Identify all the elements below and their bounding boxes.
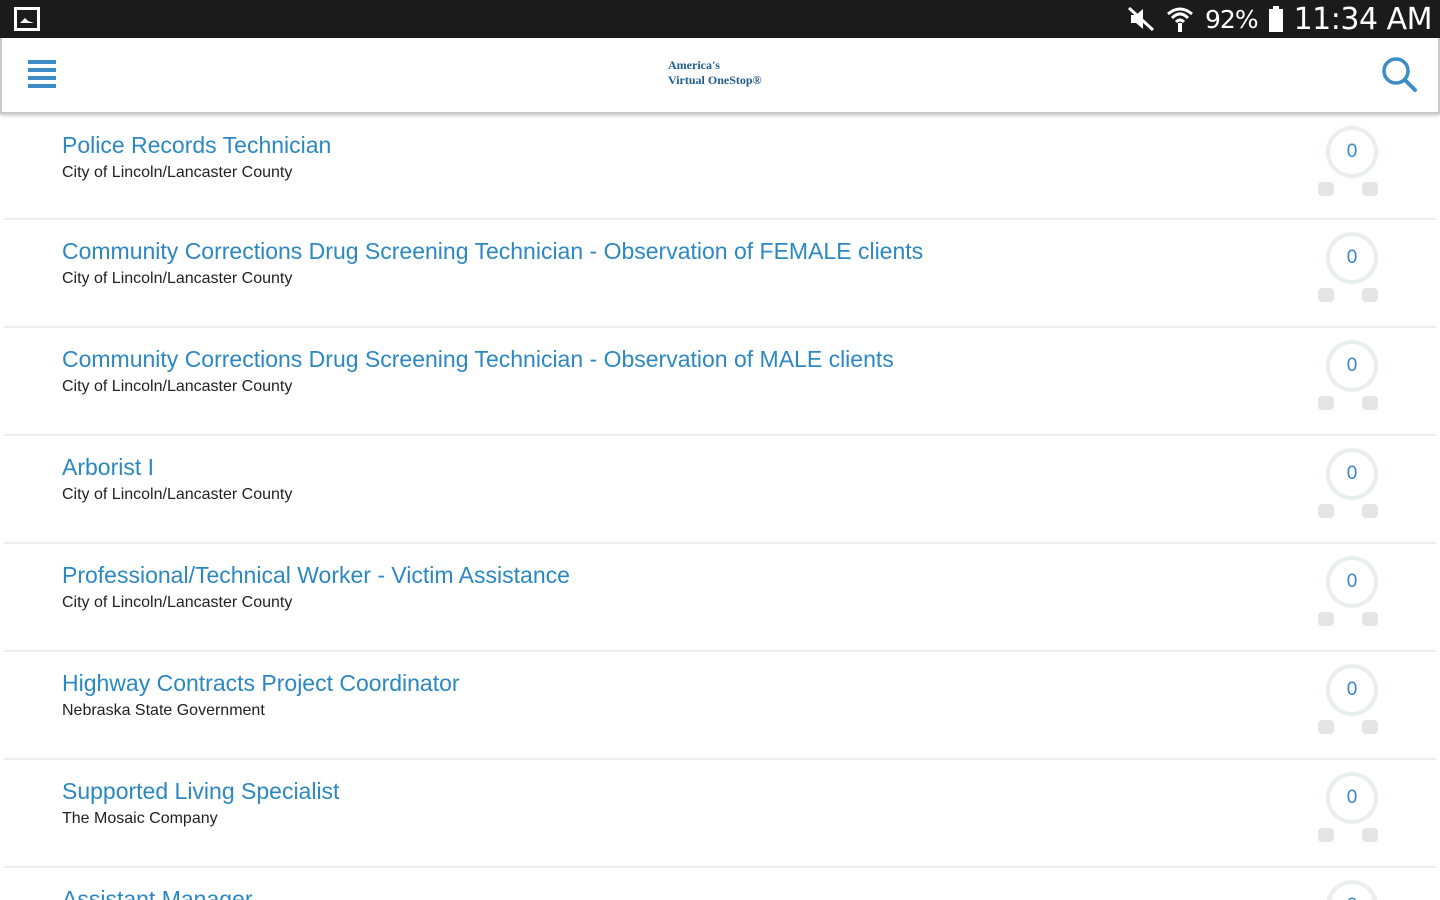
action-dot-icon[interactable] <box>1362 182 1378 196</box>
match-score: 0 <box>1346 247 1358 268</box>
job-row[interactable]: Supported Living Specialist The Mosaic C… <box>4 760 1436 868</box>
job-row[interactable]: Assistant Manager 0 <box>4 868 1436 900</box>
status-bar: 92% 11:34 AM <box>0 0 1440 38</box>
match-score-badge[interactable]: 0 <box>1326 340 1378 392</box>
action-dot-icon[interactable] <box>1362 288 1378 302</box>
app-bar: America's Virtual OneStop® <box>0 38 1440 114</box>
logo-line-1: America's <box>668 58 720 72</box>
job-title[interactable]: Arborist I <box>62 454 154 481</box>
job-employer: City of Lincoln/Lancaster County <box>62 378 293 395</box>
job-title[interactable]: Community Corrections Drug Screening Tec… <box>62 238 923 265</box>
job-employer: The Mosaic Company <box>62 810 218 827</box>
job-title[interactable]: Highway Contracts Project Coordinator <box>62 670 460 697</box>
job-employer: City of Lincoln/Lancaster County <box>62 164 293 181</box>
clock: 11:34 AM <box>1293 1 1433 37</box>
job-row[interactable]: Arborist I City of Lincoln/Lancaster Cou… <box>4 436 1436 544</box>
action-dot-icon[interactable] <box>1362 828 1378 842</box>
action-dot-icon[interactable] <box>1318 828 1334 842</box>
job-row[interactable]: Community Corrections Drug Screening Tec… <box>4 328 1436 436</box>
mute-icon <box>1128 6 1155 32</box>
action-dot-icon[interactable] <box>1318 504 1334 518</box>
job-list: Police Records Technician City of Lincol… <box>0 114 1440 900</box>
match-score: 0 <box>1346 355 1358 376</box>
action-dot-icon[interactable] <box>1362 612 1378 626</box>
match-score: 0 <box>1346 787 1358 808</box>
battery-percentage: 92% <box>1205 4 1259 34</box>
app-logo: America's Virtual OneStop® <box>668 58 780 94</box>
job-title[interactable]: Police Records Technician <box>62 132 331 159</box>
action-dot-icon[interactable] <box>1362 396 1378 410</box>
wifi-icon <box>1167 7 1193 32</box>
match-score-badge[interactable]: 0 <box>1326 664 1378 716</box>
match-score-badge[interactable]: 0 <box>1326 772 1378 824</box>
job-title[interactable]: Professional/Technical Worker - Victim A… <box>62 562 570 589</box>
job-title[interactable]: Assistant Manager <box>62 886 252 900</box>
match-score-badge[interactable]: 0 <box>1326 880 1378 900</box>
match-score: 0 <box>1346 571 1358 592</box>
action-dot-icon[interactable] <box>1362 504 1378 518</box>
job-row[interactable]: Professional/Technical Worker - Victim A… <box>4 544 1436 652</box>
action-dot-icon[interactable] <box>1318 288 1334 302</box>
match-score-badge[interactable]: 0 <box>1326 126 1378 178</box>
job-row[interactable]: Police Records Technician City of Lincol… <box>4 114 1436 220</box>
action-dot-icon[interactable] <box>1318 720 1334 734</box>
match-score-badge[interactable]: 0 <box>1326 232 1378 284</box>
job-employer: City of Lincoln/Lancaster County <box>62 270 293 287</box>
battery-icon <box>1268 6 1283 32</box>
match-score-badge[interactable]: 0 <box>1326 556 1378 608</box>
match-score: 0 <box>1346 463 1358 484</box>
match-score-badge[interactable]: 0 <box>1326 448 1378 500</box>
action-dot-icon[interactable] <box>1318 396 1334 410</box>
match-score: 0 <box>1347 895 1358 900</box>
action-dot-icon[interactable] <box>1362 720 1378 734</box>
job-employer: Nebraska State Government <box>62 702 265 719</box>
hamburger-menu-icon[interactable] <box>26 58 60 92</box>
job-employer: City of Lincoln/Lancaster County <box>62 486 293 503</box>
logo-line-2: Virtual OneStop® <box>668 73 762 87</box>
job-title[interactable]: Community Corrections Drug Screening Tec… <box>62 346 894 373</box>
job-title[interactable]: Supported Living Specialist <box>62 778 339 805</box>
job-row[interactable]: Highway Contracts Project Coordinator Ne… <box>4 652 1436 760</box>
match-score: 0 <box>1346 141 1358 162</box>
action-dot-icon[interactable] <box>1318 612 1334 626</box>
action-dot-icon[interactable] <box>1318 182 1334 196</box>
gallery-icon <box>14 7 40 31</box>
job-employer: City of Lincoln/Lancaster County <box>62 594 293 611</box>
job-row[interactable]: Community Corrections Drug Screening Tec… <box>4 220 1436 328</box>
search-icon[interactable] <box>1380 56 1418 94</box>
status-indicators: 92% 11:34 AM <box>1127 0 1433 38</box>
match-score: 0 <box>1346 679 1358 700</box>
